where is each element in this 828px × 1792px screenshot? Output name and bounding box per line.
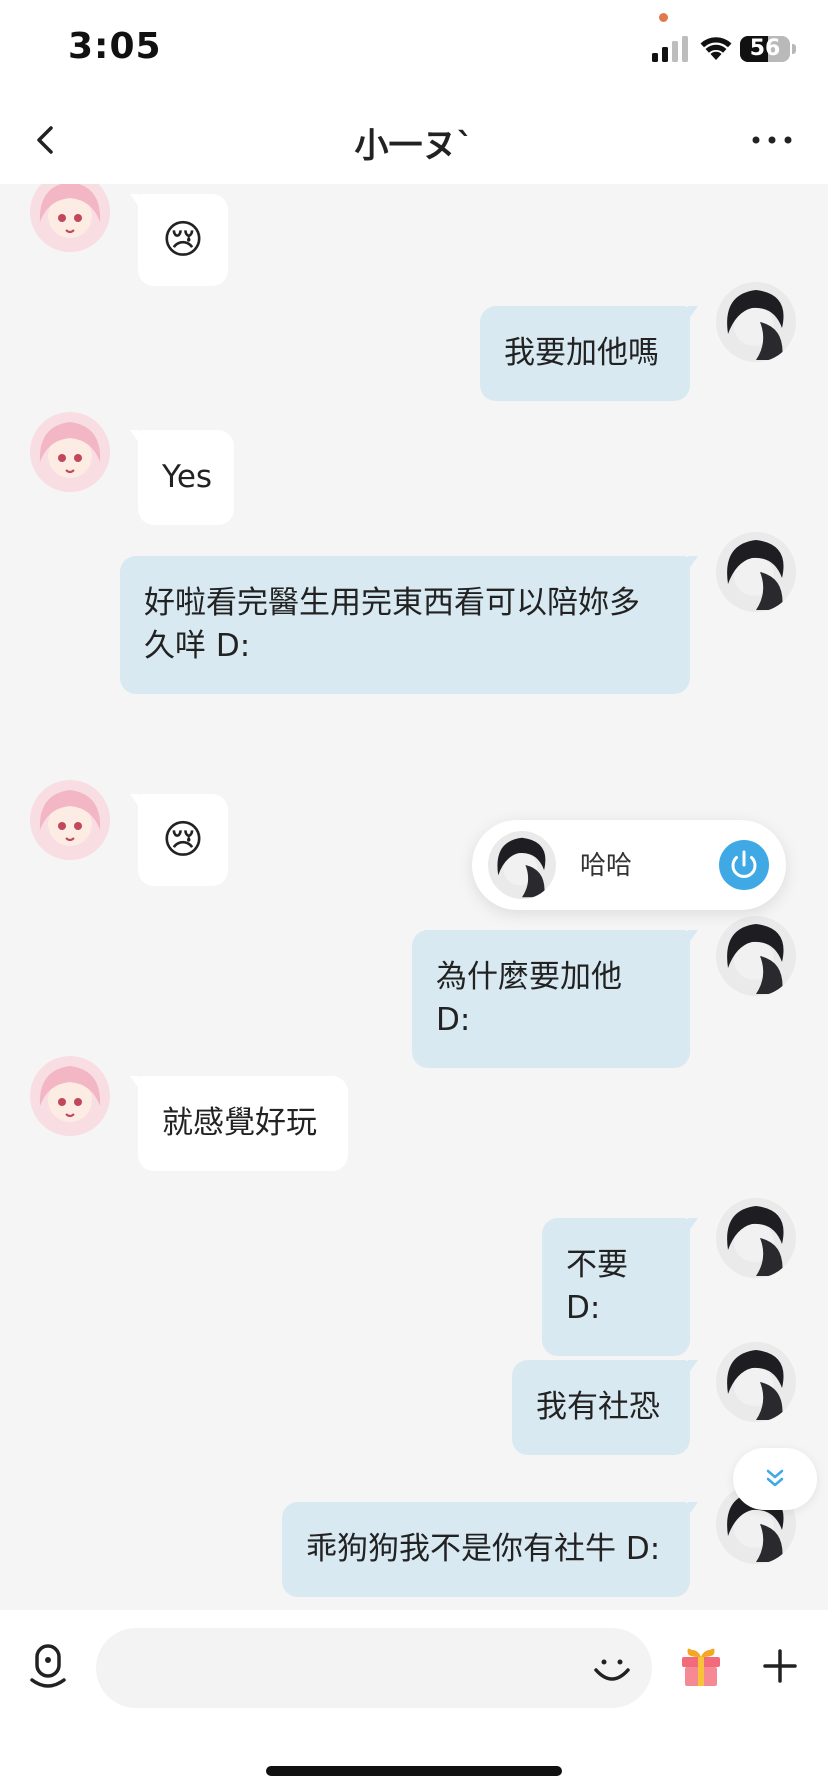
avatar[interactable] bbox=[716, 282, 796, 362]
message-bubble[interactable]: 😢 bbox=[130, 194, 228, 286]
boy-avatar-icon bbox=[488, 831, 556, 899]
message-bubble[interactable]: 為什麼要加他 D: bbox=[412, 930, 698, 1068]
avatar[interactable] bbox=[30, 412, 110, 492]
avatar[interactable] bbox=[30, 184, 110, 252]
scroll-to-bottom-button[interactable] bbox=[733, 1448, 817, 1510]
battery-cap bbox=[792, 44, 796, 54]
input-bar bbox=[0, 1610, 828, 1792]
message-bubble[interactable]: 我有社恐 bbox=[512, 1360, 698, 1455]
message-bubble[interactable]: 不要 D: bbox=[542, 1218, 698, 1356]
boy-avatar-icon bbox=[716, 916, 796, 996]
message-bubble[interactable]: 就感覺好玩 bbox=[130, 1076, 348, 1171]
boy-avatar-icon bbox=[716, 1342, 796, 1422]
privacy-indicator-dot bbox=[659, 13, 668, 22]
message-bubble[interactable]: 乖狗狗我不是你有社牛 D: bbox=[282, 1502, 698, 1597]
status-time: 3:05 bbox=[68, 26, 162, 67]
wifi-icon bbox=[700, 37, 732, 60]
message-bubble[interactable]: 我要加他嗎 bbox=[480, 306, 698, 401]
message-bubble[interactable]: Yes bbox=[130, 430, 234, 525]
status-bar: 3:05 56 bbox=[0, 0, 828, 100]
message-input[interactable] bbox=[96, 1628, 652, 1708]
avatar[interactable] bbox=[716, 532, 796, 612]
girl-avatar-icon bbox=[30, 1056, 110, 1136]
gift-icon[interactable] bbox=[678, 1644, 724, 1690]
double-chevron-down-icon bbox=[766, 1469, 784, 1487]
voice-room-pill[interactable]: 哈哈 bbox=[472, 820, 786, 910]
power-icon[interactable] bbox=[719, 840, 769, 890]
more-dots-icon[interactable] bbox=[748, 120, 796, 160]
avatar[interactable] bbox=[716, 916, 796, 996]
avatar[interactable] bbox=[716, 1198, 796, 1278]
plus-icon[interactable] bbox=[762, 1648, 798, 1684]
girl-avatar-icon bbox=[30, 412, 110, 492]
battery-icon: 56 bbox=[740, 36, 790, 62]
voice-room-label: 哈哈 bbox=[580, 851, 633, 881]
chat-header: 小一ヌ` bbox=[0, 100, 828, 184]
girl-avatar-icon bbox=[30, 780, 110, 860]
smile-icon[interactable] bbox=[590, 1646, 634, 1690]
avatar[interactable] bbox=[716, 1342, 796, 1422]
boy-avatar-icon bbox=[716, 1198, 796, 1278]
boy-avatar-icon bbox=[716, 282, 796, 362]
message-bubble[interactable]: 😢 bbox=[130, 794, 228, 886]
microphone-icon[interactable] bbox=[28, 1642, 68, 1692]
boy-avatar-icon bbox=[716, 532, 796, 612]
cellular-signal-icon bbox=[652, 36, 688, 62]
avatar[interactable] bbox=[30, 1056, 110, 1136]
message-bubble[interactable]: 好啦看完醫生用完東西看可以陪妳多 久咩 D: bbox=[120, 556, 698, 694]
girl-avatar-icon bbox=[30, 184, 110, 252]
avatar[interactable] bbox=[30, 780, 110, 860]
chat-title: 小一ヌ` bbox=[354, 126, 474, 166]
avatar bbox=[488, 831, 556, 899]
battery-percentage: 56 bbox=[749, 36, 781, 61]
home-indicator bbox=[266, 1766, 562, 1776]
chevron-left-icon[interactable] bbox=[26, 120, 66, 160]
